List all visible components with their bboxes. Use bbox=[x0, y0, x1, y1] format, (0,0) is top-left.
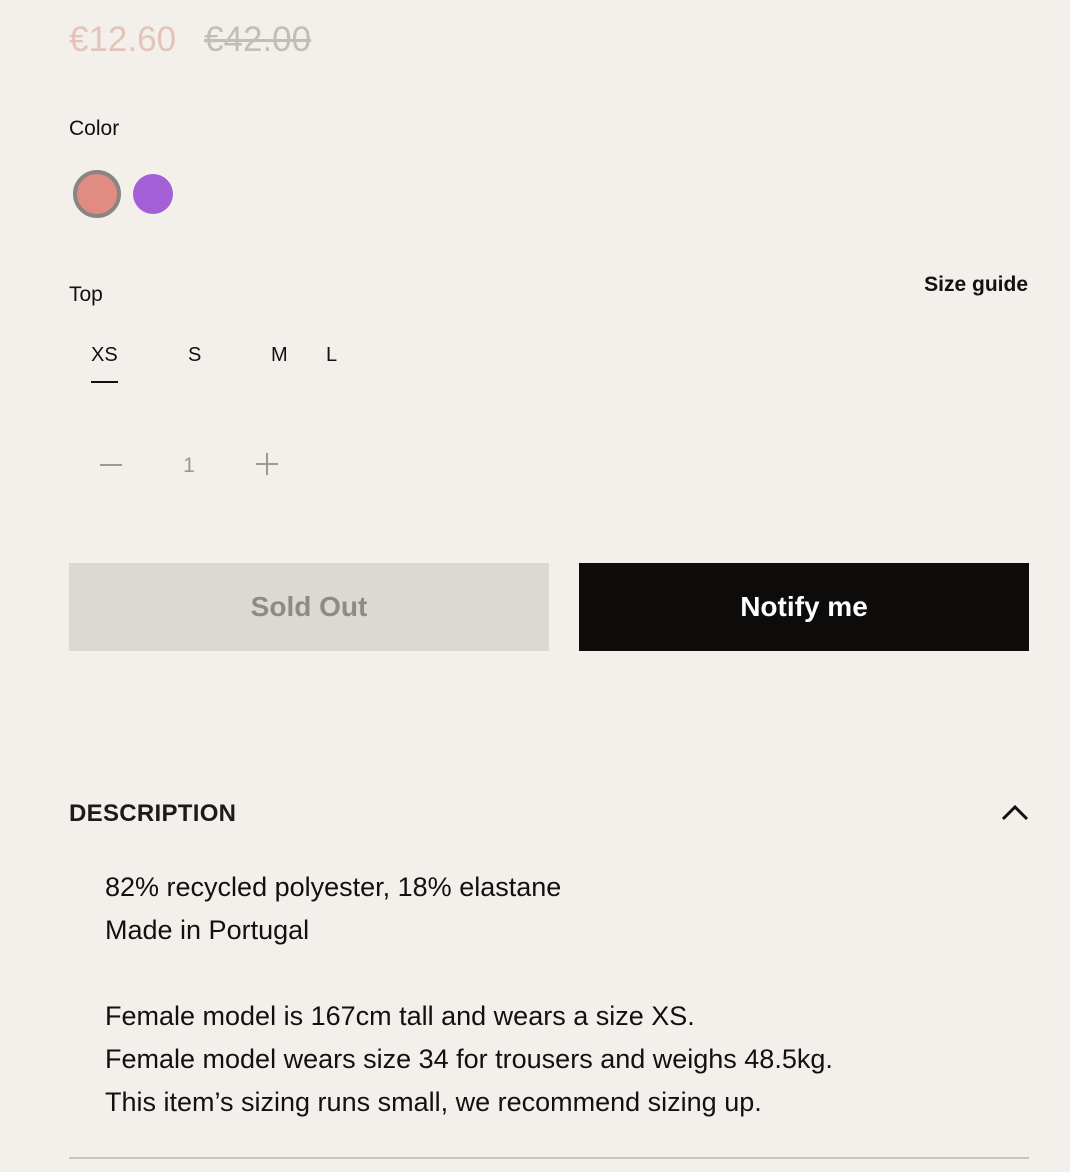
size-options: XS S M L bbox=[69, 344, 405, 394]
description-line: Made in Portugal bbox=[105, 915, 310, 945]
chevron-up-icon[interactable] bbox=[1000, 800, 1030, 824]
price-row: €12.60 €42.00 bbox=[69, 20, 311, 60]
quantity-stepper: 1 bbox=[95, 448, 283, 480]
size-option-s[interactable]: S bbox=[153, 344, 237, 394]
model-info-line: This item’s sizing runs small, we recomm… bbox=[105, 1087, 762, 1117]
sale-price: €12.60 bbox=[69, 20, 177, 59]
description-heading[interactable]: DESCRIPTION bbox=[69, 800, 236, 828]
size-option-l[interactable]: L bbox=[321, 344, 405, 394]
notify-me-button[interactable]: Notify me bbox=[579, 563, 1029, 651]
color-swatch-purple[interactable] bbox=[133, 174, 173, 214]
quantity-value: 1 bbox=[183, 454, 195, 477]
original-price: €42.00 bbox=[204, 20, 312, 59]
divider bbox=[69, 1157, 1029, 1159]
size-option-label: S bbox=[188, 344, 202, 366]
model-info-line: Female model is 167cm tall and wears a s… bbox=[105, 1001, 695, 1031]
model-info-line: Female model wears size 34 for trousers … bbox=[105, 1044, 833, 1074]
size-guide-link[interactable]: Size guide bbox=[924, 273, 1028, 297]
size-option-m[interactable]: M bbox=[237, 344, 321, 394]
size-option-label: L bbox=[326, 344, 338, 366]
color-label: Color bbox=[69, 117, 120, 140]
description-line: 82% recycled polyester, 18% elastane bbox=[105, 872, 562, 902]
product-detail-panel: €12.60 €42.00 Color Top Size guide XS S … bbox=[0, 0, 1070, 1172]
description-body: 82% recycled polyester, 18% elastane Mad… bbox=[105, 866, 833, 1124]
sold-out-button: Sold Out bbox=[69, 563, 549, 651]
size-label: Top bbox=[69, 283, 103, 306]
size-option-label: M bbox=[271, 344, 288, 366]
decrease-quantity-button[interactable] bbox=[95, 448, 127, 480]
size-option-xs[interactable]: XS bbox=[69, 344, 153, 394]
size-option-label: XS bbox=[91, 344, 118, 383]
increase-quantity-button[interactable] bbox=[251, 448, 283, 480]
color-swatch-coral[interactable] bbox=[73, 170, 121, 218]
color-swatches bbox=[73, 170, 173, 218]
plus-icon-vertical bbox=[266, 453, 268, 475]
